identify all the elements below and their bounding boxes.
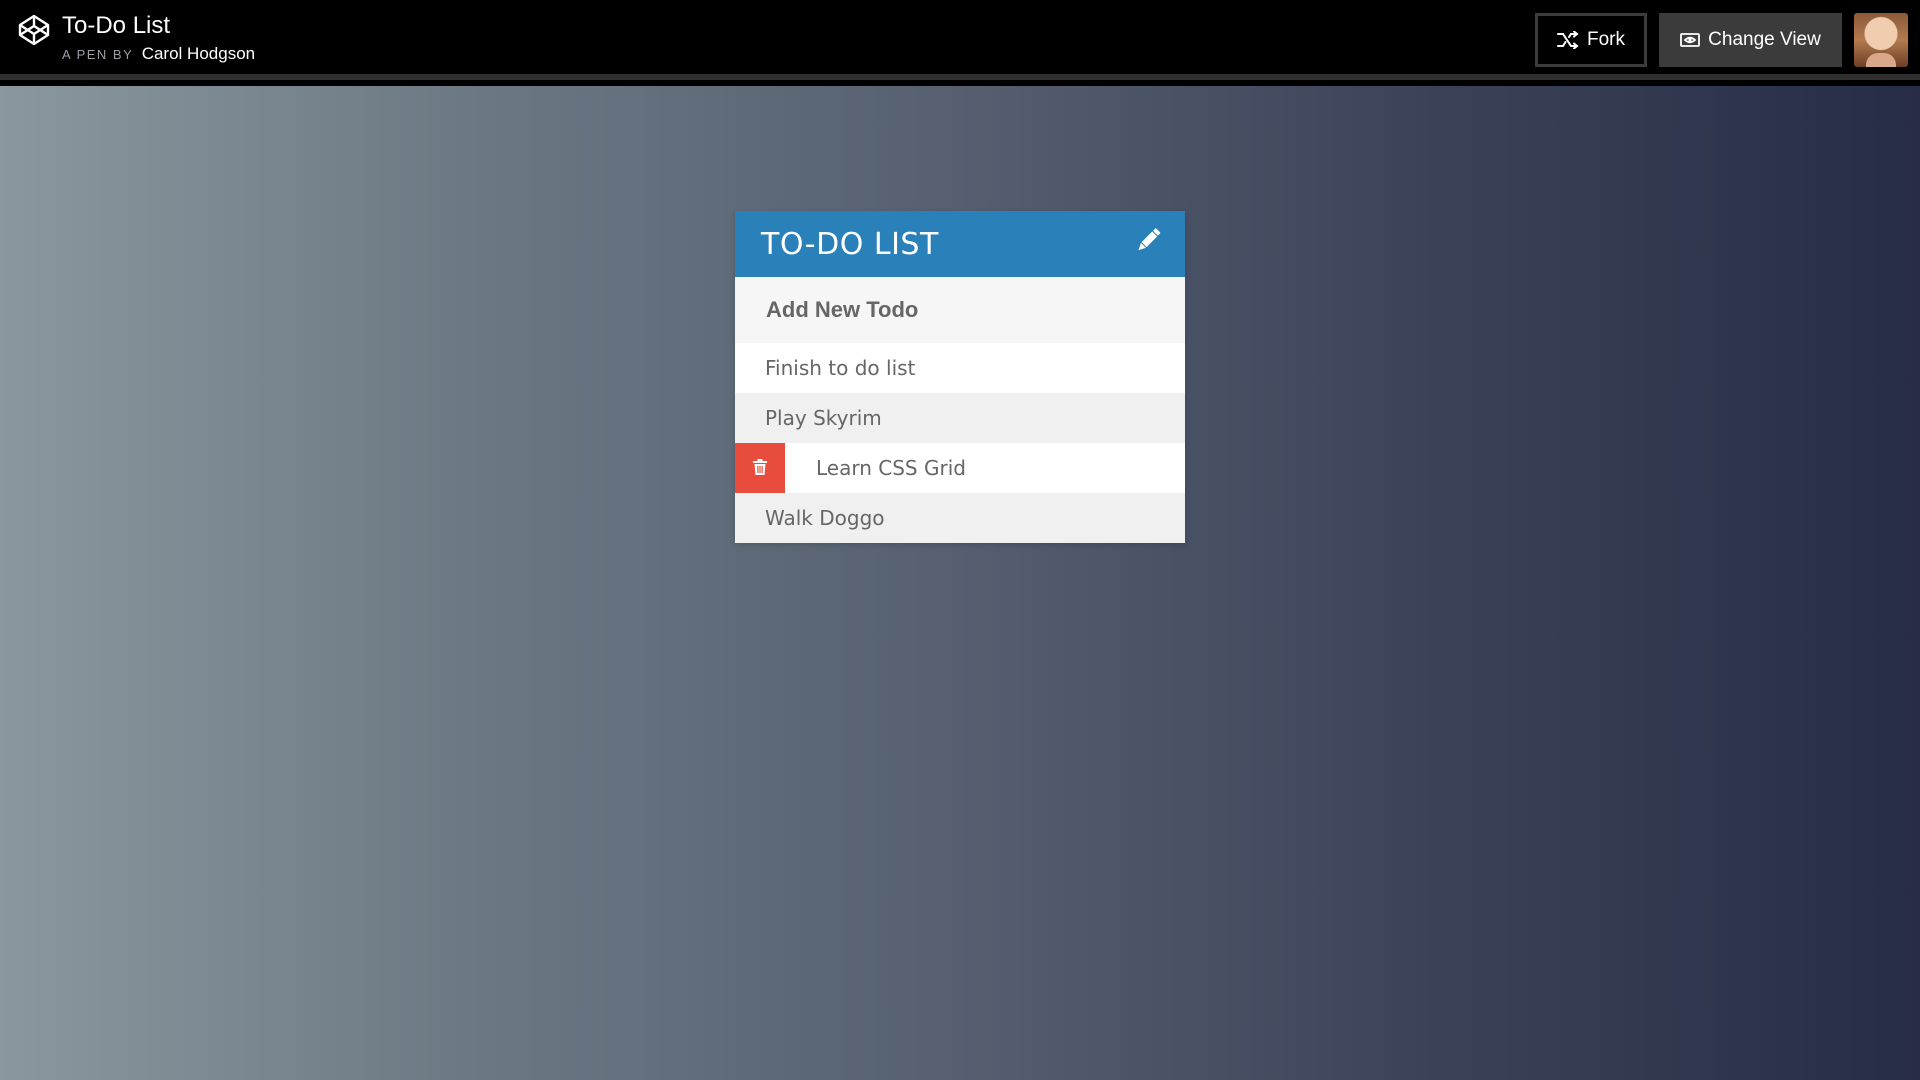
pencil-icon[interactable] — [1133, 225, 1163, 255]
pen-brand: To-Do List A PEN BY Carol Hodgson — [18, 12, 255, 65]
todo-item-label: Learn CSS Grid — [816, 456, 966, 480]
author-link[interactable]: Carol Hodgson — [142, 44, 255, 63]
todo-item-label: Walk Doggo — [765, 506, 885, 530]
eye-icon — [1680, 32, 1701, 48]
pen-byline: A PEN BY Carol Hodgson — [62, 44, 255, 65]
delete-todo-button[interactable] — [735, 443, 785, 493]
fork-icon — [1557, 31, 1579, 49]
pen-preview-area: TO-DO LIST Finish to do list Play Skyrim — [0, 86, 1920, 1080]
todo-item-label: Finish to do list — [765, 356, 916, 380]
todo-card-header: TO-DO LIST — [735, 211, 1185, 277]
fork-button[interactable]: Fork — [1535, 13, 1647, 67]
change-view-button[interactable]: Change View — [1659, 13, 1842, 67]
fork-button-label: Fork — [1587, 29, 1625, 50]
codepen-logo-icon[interactable] — [18, 14, 50, 46]
todo-card: TO-DO LIST Finish to do list Play Skyrim — [735, 211, 1185, 543]
pen-by-prefix: A PEN BY — [62, 47, 134, 62]
todo-item[interactable]: Learn CSS Grid — [735, 443, 1185, 493]
todo-item[interactable]: Play Skyrim — [735, 393, 1185, 443]
header-actions: Fork Change View — [1535, 13, 1908, 67]
trash-icon — [753, 456, 767, 480]
todo-item[interactable]: Walk Doggo — [735, 493, 1185, 543]
add-todo-input[interactable] — [764, 296, 1185, 324]
todo-item[interactable]: Finish to do list — [735, 343, 1185, 393]
todo-title: TO-DO LIST — [761, 226, 939, 262]
user-avatar[interactable] — [1854, 13, 1908, 67]
pen-title: To-Do List — [62, 12, 171, 39]
top-bar: To-Do List A PEN BY Carol Hodgson Fork C… — [0, 0, 1920, 80]
add-todo-field — [735, 277, 1185, 343]
change-view-label: Change View — [1708, 29, 1821, 50]
todo-item-label: Play Skyrim — [765, 406, 882, 430]
